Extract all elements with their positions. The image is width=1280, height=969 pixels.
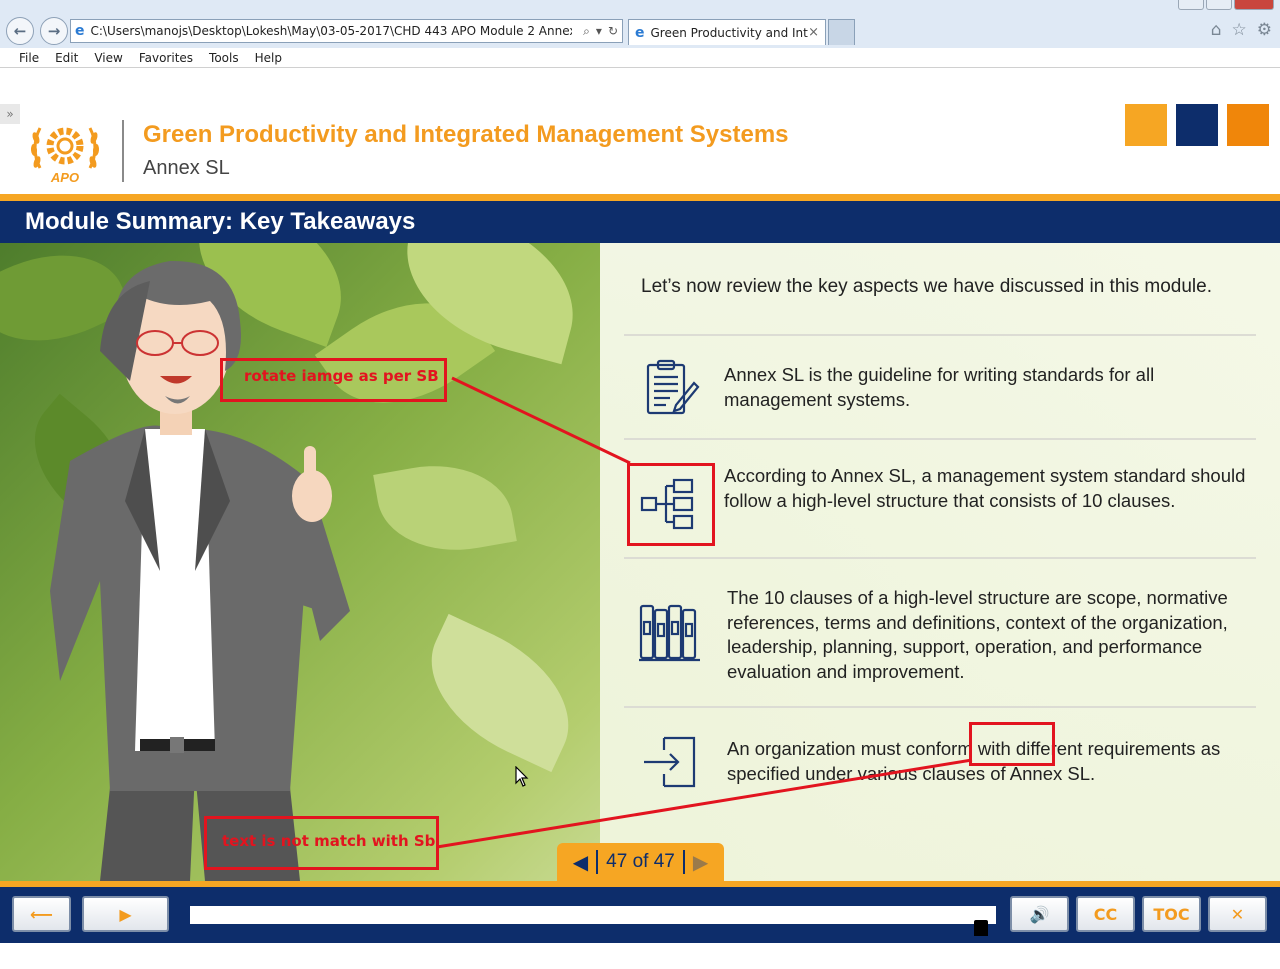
search-icon[interactable]: ⌕ [583,24,590,39]
tab-close-icon[interactable]: × [808,25,819,40]
table-of-contents-button[interactable]: TOC [1142,896,1201,932]
next-slide-button[interactable]: ▶ [693,850,708,874]
ie-icon: e [635,24,645,41]
takeaway-2-text: According to Annex SL, a management syst… [724,465,1246,511]
mouse-cursor-icon [515,766,529,787]
volume-button[interactable]: 🔊 [1010,896,1069,932]
tab-title: Green Productivity and Inte... [650,25,809,40]
header-accent-line [0,194,1280,201]
previous-slide-button[interactable]: ◀ [573,850,588,874]
new-tab-button[interactable] [828,19,855,45]
apo-logo: APO [30,127,100,185]
intro-text: Let’s now review the key aspects we have… [641,276,1213,297]
slide-content: Let’s now review the key aspects we have… [0,243,1280,881]
refresh-icon[interactable]: ↻ [608,24,618,39]
closed-captions-button[interactable]: CC [1076,896,1135,932]
forward-button[interactable]: → [40,17,68,45]
annotation-box-text [969,722,1055,766]
pager-separator [596,850,599,874]
divider [624,706,1256,708]
header-divider [122,120,124,182]
apo-logo-text: APO [50,170,79,185]
pager-separator [682,850,685,874]
close-window-button[interactable] [1234,0,1274,10]
presenter-character-illustration [50,260,350,881]
window-controls [1178,0,1274,10]
slide-pager: ◀ 47 of 47 ▶ [557,843,724,881]
menu-view[interactable]: View [94,51,122,65]
slide-counter: 47 of 47 [606,851,675,872]
home-icon[interactable]: ⌂ [1211,20,1222,40]
menu-tools[interactable]: Tools [209,51,239,65]
course-title: Green Productivity and Integrated Manage… [143,121,789,148]
menu-file[interactable]: File [19,51,39,65]
sidebar-expand-button[interactable]: » [0,104,20,124]
takeaway-3-text: The 10 clauses of a high-level structure… [727,587,1228,682]
progress-bar[interactable] [190,906,996,924]
browser-tab[interactable]: e Green Productivity and Inte... × [628,19,826,45]
menu-help[interactable]: Help [255,51,282,65]
annotation-rotate-note: rotate iamge as per SB [244,367,439,385]
dropdown-icon[interactable]: ▾ [596,24,602,39]
menu-favorites[interactable]: Favorites [139,51,193,65]
takeaways-panel: Let’s now review the key aspects we have… [600,243,1280,881]
divider [624,334,1256,336]
annotation-text-note: text is not match with Sb [222,832,436,850]
exit-button[interactable]: ⟵ [12,896,71,932]
binders-icon [639,604,700,662]
brand-square-orange [1125,104,1167,146]
address-url: C:\Users\manojs\Desktop\Lokesh\May\03-05… [90,24,573,38]
minimize-button[interactable] [1178,0,1204,10]
close-course-button[interactable]: ✕ [1208,896,1267,932]
takeaway-1-text: Annex SL is the guideline for writing st… [724,364,1155,410]
leaf-decoration [373,452,517,564]
address-bar[interactable]: e C:\Users\manojs\Desktop\Lokesh\May\03-… [70,19,623,43]
leaf-decoration [406,613,594,773]
enter-arrow-icon [644,736,696,788]
menu-edit[interactable]: Edit [55,51,78,65]
clipboard-icon [646,359,700,415]
maximize-button[interactable] [1206,0,1232,10]
course-subtitle: Annex SL [143,157,230,179]
brand-square-navy [1176,104,1218,146]
back-button[interactable]: ← [6,17,34,45]
divider [624,438,1256,440]
menu-bar: File Edit View Favorites Tools Help [0,48,1280,68]
favorites-star-icon[interactable]: ☆ [1232,20,1247,40]
progress-handle[interactable] [974,920,988,936]
play-button[interactable]: ▶ [82,896,169,932]
ie-icon: e [75,23,85,39]
settings-gear-icon[interactable]: ⚙ [1257,20,1272,40]
brand-square-dark-orange [1227,104,1269,146]
module-title: Module Summary: Key Takeaways [25,208,416,235]
annotation-box-icon [627,463,715,546]
divider [624,557,1256,559]
